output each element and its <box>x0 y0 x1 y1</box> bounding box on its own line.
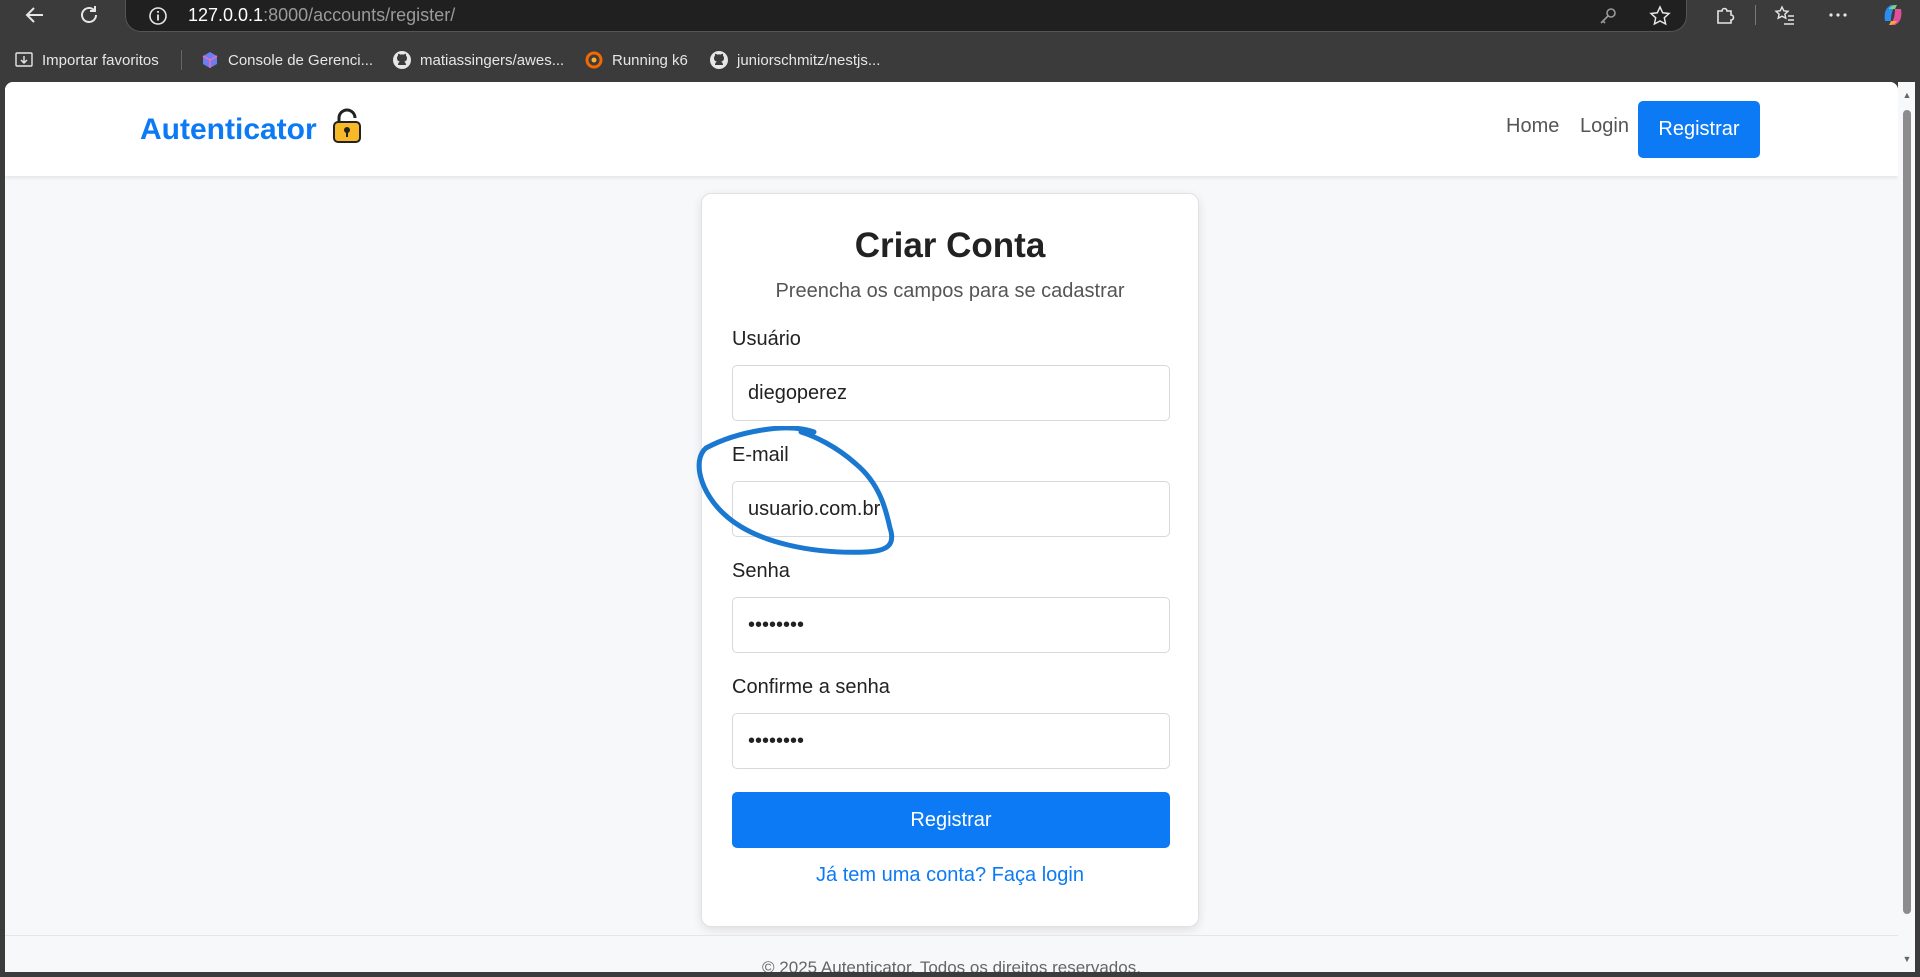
github-icon <box>392 50 412 70</box>
favorites-list-icon <box>1774 5 1794 25</box>
bookmark-console[interactable]: Console de Gerenci... <box>200 49 373 71</box>
favorites-button[interactable] <box>1765 0 1805 30</box>
page-viewport: Autenticator Home Login Registrar Criar … <box>5 82 1898 972</box>
bookmark-label: Running k6 <box>612 51 688 69</box>
grafana-icon <box>584 50 604 70</box>
site-footer: © 2025 Autenticator. Todos os direitos r… <box>5 935 1898 972</box>
cube-icon <box>200 50 220 70</box>
login-link[interactable]: Já tem uma conta? Faça login <box>702 864 1198 887</box>
bookmark-label: matiassingers/awes... <box>420 51 565 69</box>
bookmark-label: juniorschmitz/nestjs... <box>737 51 881 69</box>
star-favorite-icon[interactable] <box>1648 4 1672 28</box>
bookmark-matiassingers[interactable]: matiassingers/awes... <box>392 49 564 71</box>
extensions-button[interactable] <box>1705 0 1745 30</box>
import-favorites-icon <box>14 50 34 70</box>
puzzle-icon <box>1717 7 1735 24</box>
register-submit-button[interactable]: Registrar <box>732 792 1170 848</box>
lock-icon <box>329 108 365 152</box>
brand-logo[interactable]: Autenticator <box>140 108 365 152</box>
page-scrollbar[interactable]: ▲ ▼ <box>1898 82 1915 972</box>
copilot-icon <box>1884 5 1902 25</box>
scrollbar-thumb[interactable] <box>1903 110 1911 914</box>
more-menu-button[interactable] <box>1818 0 1858 30</box>
github-icon <box>709 50 729 70</box>
back-arrow-icon <box>25 7 43 23</box>
username-label: Usuário <box>732 328 801 350</box>
footer-text: © 2025 Autenticator. Todos os direitos r… <box>762 958 1141 972</box>
url-path: :8000/accounts/register/ <box>263 5 456 25</box>
url-host: 127.0.0.1 <box>188 5 264 25</box>
confirm-password-label: Confirme a senha <box>732 676 890 698</box>
site-info-icon[interactable] <box>146 4 170 28</box>
bookmarks-bar: Importar favoritos Console de Gerenci...… <box>0 46 1920 74</box>
page-title: Criar Conta <box>854 226 1046 265</box>
bookmark-label: Console de Gerenci... <box>228 51 374 69</box>
username-field[interactable]: diegoperez <box>732 365 1170 421</box>
toolbar-divider <box>1755 5 1756 25</box>
email-label: E-mail <box>732 444 789 466</box>
refresh-icon <box>81 6 97 23</box>
browser-toolbar: 127.0.0.1:8000/accounts/register/ <box>0 0 1920 38</box>
nav-register-button[interactable]: Registrar <box>1638 101 1760 158</box>
bookmarks-divider <box>181 50 182 70</box>
nav-home-link[interactable]: Home <box>1506 115 1559 138</box>
bookmark-juniorschmitz[interactable]: juniorschmitz/nestjs... <box>709 49 880 71</box>
confirm-password-field[interactable]: •••••••• <box>732 713 1170 769</box>
brand-name: Autenticator <box>140 113 317 146</box>
address-bar[interactable]: 127.0.0.1:8000/accounts/register/ <box>125 0 1687 32</box>
site-navbar: Autenticator Home Login Registrar <box>5 82 1898 176</box>
copilot-button[interactable] <box>1873 0 1913 30</box>
bookmark-import-favorites[interactable]: Importar favoritos <box>14 49 159 71</box>
scroll-up-arrow-icon[interactable]: ▲ <box>1901 90 1913 100</box>
email-field[interactable]: usuario.com.br <box>732 481 1170 537</box>
scroll-down-arrow-icon[interactable]: ▼ <box>1901 954 1913 964</box>
page-subtitle: Preencha os campos para se cadastrar <box>775 280 1125 302</box>
key-icon[interactable] <box>1596 4 1620 28</box>
password-field[interactable]: •••••••• <box>732 597 1170 653</box>
bookmark-label: Importar favoritos <box>42 51 159 69</box>
ellipsis-icon <box>1829 13 1847 17</box>
nav-login-link[interactable]: Login <box>1580 115 1629 138</box>
url-text[interactable]: 127.0.0.1:8000/accounts/register/ <box>188 5 455 26</box>
password-label: Senha <box>732 560 790 582</box>
back-button[interactable] <box>15 0 55 30</box>
register-card: Criar Conta Preencha os campos para se c… <box>701 193 1199 927</box>
bookmark-running-k6[interactable]: Running k6 <box>584 49 688 71</box>
refresh-button[interactable] <box>69 0 109 30</box>
